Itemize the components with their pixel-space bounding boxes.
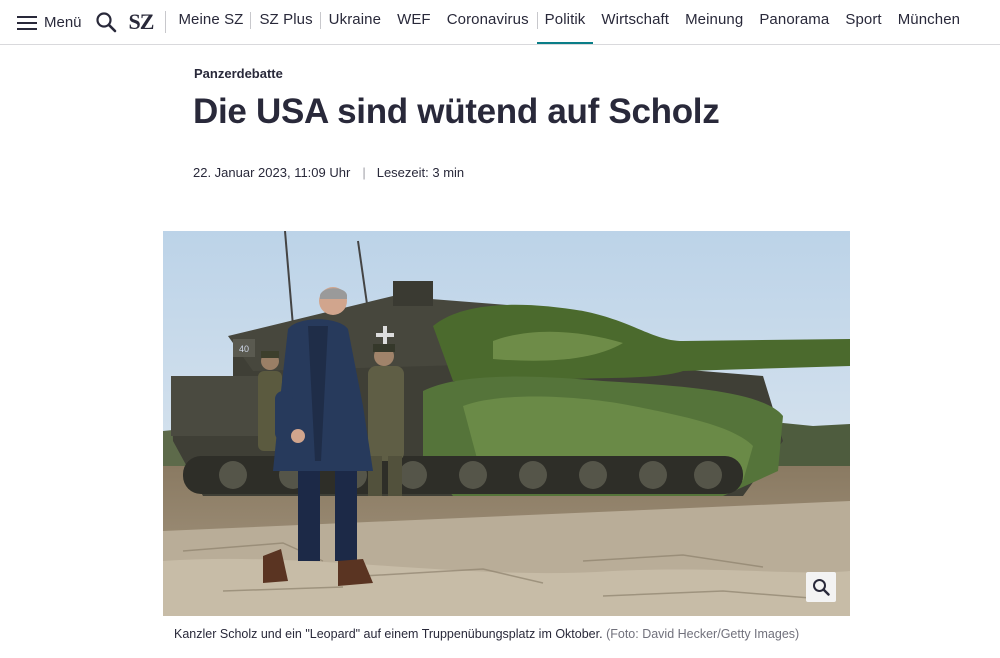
top-navigation: Menü SZ Meine SZ SZ Plus Ukraine WEF Cor… [0, 0, 1000, 45]
nav-item-wef[interactable]: WEF [389, 0, 439, 44]
sz-logo[interactable]: SZ [129, 11, 167, 33]
nav-item-sz-plus[interactable]: SZ Plus [251, 0, 321, 44]
article-headline: Die USA sind wütend auf Scholz [193, 92, 720, 131]
article-meta: 22. Januar 2023, 11:09 Uhr | Lesezeit: 3… [193, 165, 464, 180]
magnifier-icon [813, 579, 830, 596]
nav-item-panorama[interactable]: Panorama [751, 0, 837, 44]
photo-credit: (Foto: David Hecker/Getty Images) [606, 627, 800, 641]
nav-item-meinung[interactable]: Meinung [677, 0, 751, 44]
image-caption: Kanzler Scholz und ein "Leopard" auf ein… [174, 627, 799, 641]
hero-image[interactable]: 40 [163, 231, 850, 616]
hero-photo-illustration: 40 [163, 231, 850, 616]
nav-item-meine-sz[interactable]: Meine SZ [170, 0, 252, 44]
nav-item-politik[interactable]: Politik [536, 0, 594, 44]
nav-item-coronavirus[interactable]: Coronavirus [439, 0, 537, 44]
publish-date: 22. Januar 2023, 11:09 Uhr [193, 165, 351, 180]
nav-item-muenchen[interactable]: München [890, 0, 968, 44]
hamburger-icon [17, 15, 37, 30]
meta-divider: | [362, 165, 366, 180]
search-icon[interactable] [95, 11, 117, 33]
menu-button[interactable]: Menü [17, 14, 82, 31]
tank-number: 40 [239, 344, 249, 354]
menu-label: Menü [44, 13, 82, 31]
article-kicker: Panzerdebatte [194, 66, 283, 81]
reading-time: Lesezeit: 3 min [376, 165, 465, 180]
zoom-image-button[interactable] [806, 572, 836, 602]
nav-item-wirtschaft[interactable]: Wirtschaft [593, 0, 677, 44]
nav-scroll-fade [960, 0, 1000, 44]
caption-text: Kanzler Scholz und ein "Leopard" auf ein… [174, 627, 603, 641]
nav-item-ukraine[interactable]: Ukraine [321, 0, 389, 44]
nav-item-sport[interactable]: Sport [837, 0, 889, 44]
